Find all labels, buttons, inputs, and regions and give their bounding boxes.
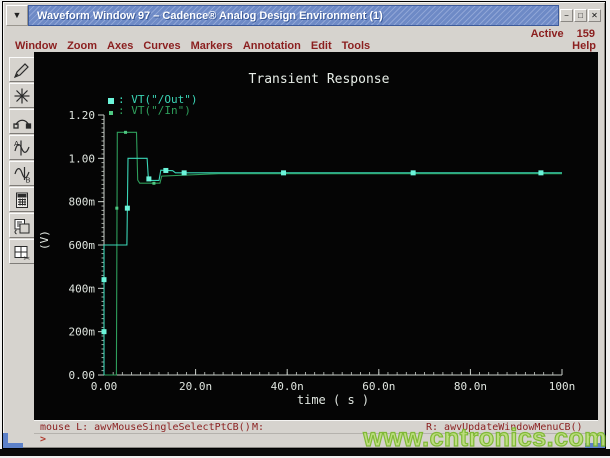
copy-window-icon [14, 218, 29, 234]
toolbar-marker-a-button[interactable]: A [8, 135, 35, 160]
data-marker [410, 170, 416, 176]
menu-zoom[interactable]: Zoom [67, 40, 97, 52]
minimize-icon: − [564, 10, 569, 20]
x-tick-label: 20.0n [179, 380, 212, 393]
data-marker [152, 181, 156, 185]
menu-help[interactable]: Help [572, 40, 596, 52]
menus: Window Zoom Axes Curves Markers Annotation Edi… [15, 40, 370, 52]
y-tick-label: 1.20 [69, 109, 96, 122]
menu-curves[interactable]: Curves [143, 40, 180, 52]
window-title: Waveform Window 97 – Cadence® Analog Des… [37, 9, 383, 22]
y-tick-label: 400m [69, 282, 96, 295]
legend-marker [108, 98, 114, 104]
prompt-text: > [40, 434, 47, 445]
svg-text:✂: ✂ [23, 254, 30, 262]
calculator-icon [15, 192, 28, 208]
curve-arc-icon [12, 119, 31, 129]
data-marker [163, 167, 169, 173]
window-menu-button[interactable]: ▼ [6, 5, 28, 26]
titlebar: ▼ Waveform Window 97 – Cadence® Analog D… [6, 5, 602, 26]
waveform-marker-a-icon: A [14, 139, 30, 155]
toolbar: A B ✂ [7, 57, 36, 265]
series-vtin [104, 131, 562, 376]
menu-window[interactable]: Window [15, 40, 57, 52]
split-window-scissors-icon: ✂ [14, 245, 30, 262]
menu-edit[interactable]: Edit [311, 40, 332, 52]
x-tick-label: 60.0n [362, 380, 395, 393]
x-tick-label: 40.0n [271, 380, 304, 393]
svg-text:B: B [25, 175, 30, 184]
x-axis-label: time ( s ) [297, 393, 369, 407]
y-tick-label: 1.00 [69, 152, 96, 165]
menu-tools[interactable]: Tools [342, 40, 371, 52]
status-mouse-middle: M: [252, 422, 265, 433]
y-tick-label: 600m [69, 239, 96, 252]
data-marker [101, 277, 107, 283]
window-controls: − □ ✕ [559, 5, 602, 26]
minimize-button[interactable]: − [560, 9, 573, 22]
toolbar-arc-button[interactable] [8, 109, 35, 134]
y-tick-label: 200m [69, 326, 96, 339]
chevron-down-icon: ▼ [12, 10, 22, 20]
menubar: Window Zoom Axes Curves Markers Annotation Edi… [15, 39, 596, 53]
status-mouse-left: mouse L: awvMouseSingleSelectPtCB() [40, 422, 251, 433]
toolbar-split-window-button[interactable]: ✂ [8, 239, 35, 264]
y-axis-label: (V) [38, 230, 51, 250]
menu-markers[interactable]: Markers [191, 40, 233, 52]
data-marker [101, 329, 107, 335]
menu-annotation[interactable]: Annotation [243, 40, 301, 52]
legend-label: : VT("/In") [118, 104, 191, 117]
waveform-marker-b-icon: B [13, 166, 30, 184]
x-tick-label: 0.00 [91, 380, 118, 393]
x-tick-label: 80.0n [454, 380, 487, 393]
legend-marker [109, 111, 113, 115]
chart-title: Transient Response [249, 72, 390, 87]
x-tick-label: 100n [549, 380, 576, 393]
toolbar-calculator-button[interactable] [8, 187, 35, 212]
toolbar-probe-button[interactable] [8, 57, 35, 82]
data-marker [115, 206, 119, 210]
y-tick-label: 800m [69, 196, 96, 209]
toolbar-zoom-fit-button[interactable] [8, 83, 35, 108]
series-vtout [103, 157, 562, 375]
close-button[interactable]: ✕ [588, 9, 601, 22]
screen: ▼ Waveform Window 97 – Cadence® Analog D… [0, 0, 610, 458]
data-marker [538, 170, 544, 176]
starburst-icon [14, 88, 29, 103]
resize-corner-bottom-left-v[interactable] [3, 433, 8, 448]
toolbar-marker-b-button[interactable]: B [8, 161, 35, 186]
toolbar-copy-window-button[interactable] [8, 213, 35, 238]
data-marker [146, 176, 152, 182]
plot-area[interactable]: 0.00 200m 400m 600m 800m 1.00 1.20 0.00 20.0n 40.… [34, 52, 598, 420]
data-marker [181, 170, 187, 176]
probe-pen-icon [13, 62, 29, 78]
data-marker [281, 170, 287, 176]
maximize-icon: □ [578, 10, 583, 20]
data-marker [124, 130, 128, 134]
close-icon: ✕ [591, 10, 598, 20]
waveform-window: ▼ Waveform Window 97 – Cadence® Analog D… [2, 1, 606, 449]
data-marker [124, 205, 130, 211]
titlebar-drag-area[interactable]: Waveform Window 97 – Cadence® Analog Des… [28, 5, 559, 26]
plot-svg[interactable]: 0.00200m400m600m800m1.001.200.00 20.0n 40.… [34, 52, 598, 420]
menu-axes[interactable]: Axes [107, 40, 133, 52]
maximize-button[interactable]: □ [574, 9, 587, 22]
watermark: www.cntronics.com [363, 423, 607, 452]
